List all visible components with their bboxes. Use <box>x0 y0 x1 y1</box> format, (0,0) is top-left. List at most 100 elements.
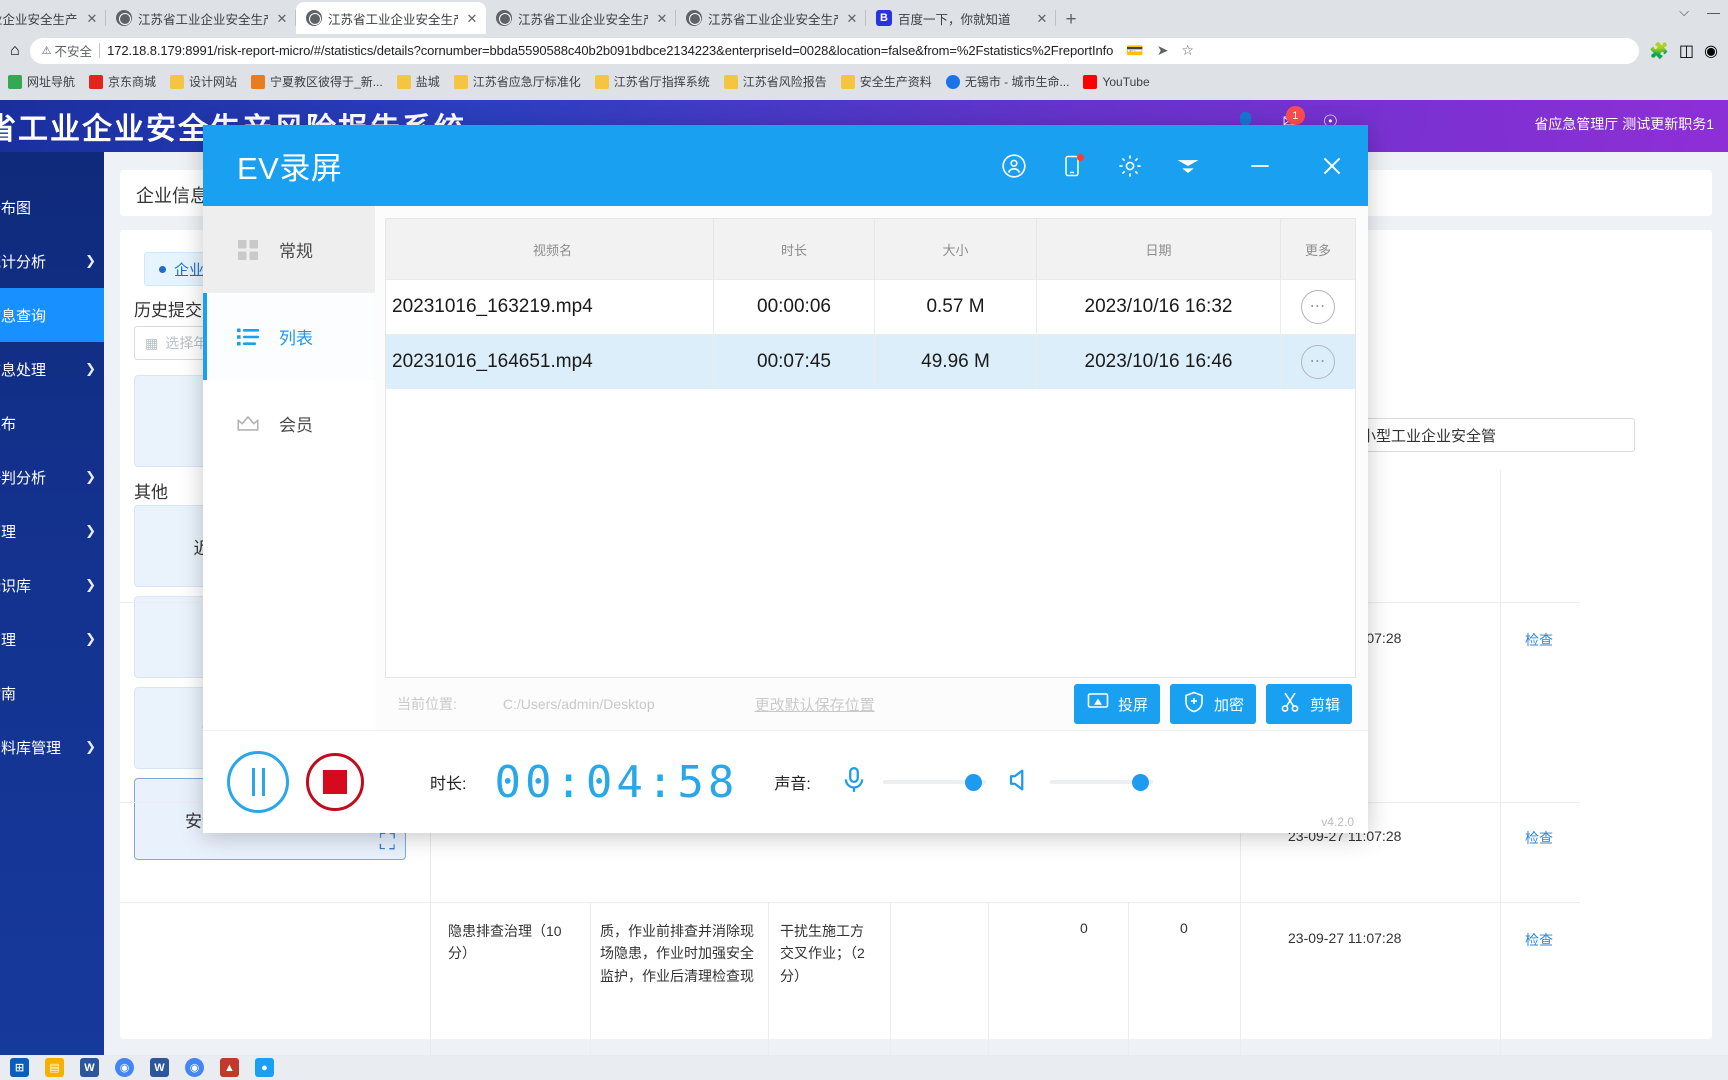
close-tab-icon[interactable]: ✕ <box>274 12 290 25</box>
app-icon[interactable]: ▲ <box>220 1058 239 1077</box>
ev-nav-general[interactable]: 常规 <box>203 206 375 293</box>
home-icon[interactable]: ⌂ <box>10 42 20 60</box>
speaker-volume-knob[interactable] <box>1131 773 1149 791</box>
bookmark-8[interactable]: 安全生产资料 <box>840 73 932 90</box>
stop-button[interactable] <box>306 753 364 811</box>
table-row[interactable]: 20231016_164651.mp4 00:07:45 49.96 M 202… <box>386 334 1355 389</box>
mic-volume-slider[interactable] <box>882 773 986 791</box>
chevron-down-icon[interactable]: ⌵ <box>1679 4 1689 20</box>
scissors-icon <box>1278 690 1302 718</box>
sidepanel-icon[interactable]: ◫ <box>1679 41 1694 61</box>
browser-tab-4[interactable]: 江苏省工业企业安全生产风险报 ✕ <box>676 2 866 34</box>
sidebar-item-3[interactable]: 信息处理 ❯ <box>0 342 104 396</box>
bookmark-5[interactable]: 江苏省应急厅标准化 <box>453 73 581 90</box>
close-icon[interactable] <box>1318 152 1346 180</box>
cast-button[interactable]: 投屏 <box>1073 684 1160 724</box>
speaker-icon[interactable] <box>1006 765 1036 800</box>
close-tab-icon[interactable]: ✕ <box>844 12 860 25</box>
crown-icon <box>235 411 261 437</box>
bookmark-1[interactable]: 京东商城 <box>89 73 156 90</box>
table-action-2[interactable]: 检查 <box>1525 930 1553 950</box>
mobile-icon[interactable] <box>1058 152 1086 180</box>
duration-label: 时长: <box>430 776 467 793</box>
browser-tab-1[interactable]: 江苏省工业企业安全生产风险报 ✕ <box>106 2 296 34</box>
sidebar-item-5[interactable]: 研判分析 ❯ <box>0 450 104 504</box>
table-action-0[interactable]: 检查 <box>1525 630 1553 650</box>
browser-tab-3[interactable]: 江苏省工业企业安全生产风险报 ✕ <box>486 2 676 34</box>
tab-title: 百度一下，你就知道 <box>898 12 1011 27</box>
speaker-volume-slider[interactable] <box>1049 773 1153 791</box>
ev-icon[interactable]: ● <box>255 1058 274 1077</box>
collapse-icon[interactable] <box>1174 152 1202 180</box>
cast-label: 投屏 <box>1117 696 1148 714</box>
bookmark-7[interactable]: 江苏省风险报告 <box>723 73 827 90</box>
table-action-1[interactable]: 检查 <box>1525 828 1553 848</box>
bookmark-9[interactable]: 无锡市 - 城市生命... <box>945 73 1069 90</box>
sidebar-item-10[interactable]: 资料库管理 ❯ <box>0 720 104 774</box>
browser-tab-5[interactable]: 百度一下，你就知道 ✕ <box>866 2 1056 34</box>
security-status[interactable]: ⚠ 不安全 <box>42 41 92 60</box>
new-tab-button[interactable]: + <box>1056 6 1086 34</box>
sidebar-label: 发布 <box>0 415 17 433</box>
microphone-icon[interactable] <box>839 765 869 800</box>
bookmark-star-icon[interactable]: ☆ <box>1181 42 1194 59</box>
gear-icon[interactable] <box>1116 152 1144 180</box>
bookmark-4[interactable]: 盐城 <box>396 73 440 90</box>
close-tab-icon[interactable]: ✕ <box>464 12 480 25</box>
word-icon[interactable]: W <box>80 1058 99 1077</box>
close-tab-icon[interactable]: ✕ <box>654 12 670 25</box>
sidebar-item-8[interactable]: 管理 ❯ <box>0 612 104 666</box>
word2-icon[interactable]: W <box>150 1058 169 1077</box>
ev-nav-label: 会员 <box>279 416 313 435</box>
col-header-name: 视频名 <box>386 219 714 279</box>
share-icon[interactable]: ➤ <box>1157 42 1169 59</box>
mic-volume-knob[interactable] <box>964 773 982 791</box>
close-tab-icon[interactable]: ✕ <box>1034 12 1050 25</box>
profile-icon[interactable]: ◉ <box>1704 41 1718 61</box>
sidebar-item-9[interactable]: 指南 <box>0 666 104 720</box>
bookmark-label: 京东商城 <box>108 75 157 89</box>
ev-nav-vip[interactable]: 会员 <box>203 380 375 467</box>
history-section-title: 历史提交 <box>134 301 202 320</box>
bookmark-6[interactable]: 江苏省厅指挥系统 <box>594 73 710 90</box>
encrypt-button[interactable]: 加密 <box>1169 684 1256 724</box>
chrome2-icon[interactable]: ◉ <box>185 1058 204 1077</box>
video-more-cell: ⋯ <box>1281 280 1355 334</box>
bookmark-2[interactable]: 设计网站 <box>170 73 237 90</box>
start-icon[interactable]: ⊞ <box>10 1058 29 1077</box>
omnibox[interactable]: ⚠ 不安全 172.18.8.179:8991/risk-report-micr… <box>29 37 1639 64</box>
account-icon[interactable] <box>1000 152 1028 180</box>
grid-icon <box>235 237 261 263</box>
close-tab-icon[interactable]: ✕ <box>84 12 100 25</box>
sidebar-item-0[interactable]: 分布图 <box>0 180 104 234</box>
more-options-icon[interactable]: ⋯ <box>1301 290 1335 324</box>
table-row[interactable]: 20231016_163219.mp4 00:00:06 0.57 M 2023… <box>386 279 1355 334</box>
more-options-icon[interactable]: ⋯ <box>1301 345 1335 379</box>
sidebar-item-2[interactable]: 信息查询 <box>0 288 104 342</box>
pause-button[interactable] <box>227 751 289 813</box>
browser-tab-0[interactable]: 业企业安全生产风险报 ✕ <box>0 2 106 34</box>
minimize-icon[interactable] <box>1246 152 1274 180</box>
bookmark-0[interactable]: 网址导航 <box>8 73 75 90</box>
table-timestamp-2: 23-09-27 11:07:28 <box>1288 930 1402 946</box>
ev-nav-list[interactable]: 列表 <box>203 293 375 380</box>
explorer-icon[interactable]: ▤ <box>45 1058 64 1077</box>
bookmark-3[interactable]: 宁夏教区彼得于_新... <box>251 73 383 90</box>
browser-tab-2[interactable]: 江苏省工业企业安全生产风险报 ✕ <box>296 2 486 34</box>
minimize-icon[interactable]: — <box>1707 5 1720 20</box>
sidebar-item-4[interactable]: 发布 <box>0 396 104 450</box>
payment-icon[interactable]: 💳 <box>1126 42 1143 59</box>
ev-recorder-window: EV录屏 常规 列表 会员 视频名 时长 大小 日期 更多 20231016_1… <box>203 125 1368 833</box>
sidebar-item-1[interactable]: 统计分析 ❯ <box>0 234 104 288</box>
chrome-icon[interactable]: ◉ <box>115 1058 134 1077</box>
extensions-icon[interactable]: 🧩 <box>1649 41 1669 61</box>
edit-button[interactable]: 剪辑 <box>1265 684 1352 724</box>
bookmark-10[interactable]: YouTube <box>1083 74 1150 89</box>
sidebar-item-7[interactable]: 标识库 ❯ <box>0 558 104 612</box>
change-save-location-link[interactable]: 更改默认保存位置 <box>755 694 875 715</box>
window-controls: ⌵ — <box>1679 4 1720 20</box>
ev-footer: 当前位置: C:/Users/admin/Desktop 更改默认保存位置 投屏 <box>385 678 1356 730</box>
sidebar-item-6[interactable]: 管理 ❯ <box>0 504 104 558</box>
region-select[interactable]: 中小型工业企业安全管 <box>1335 418 1636 452</box>
bookmark-favicon <box>453 74 468 89</box>
